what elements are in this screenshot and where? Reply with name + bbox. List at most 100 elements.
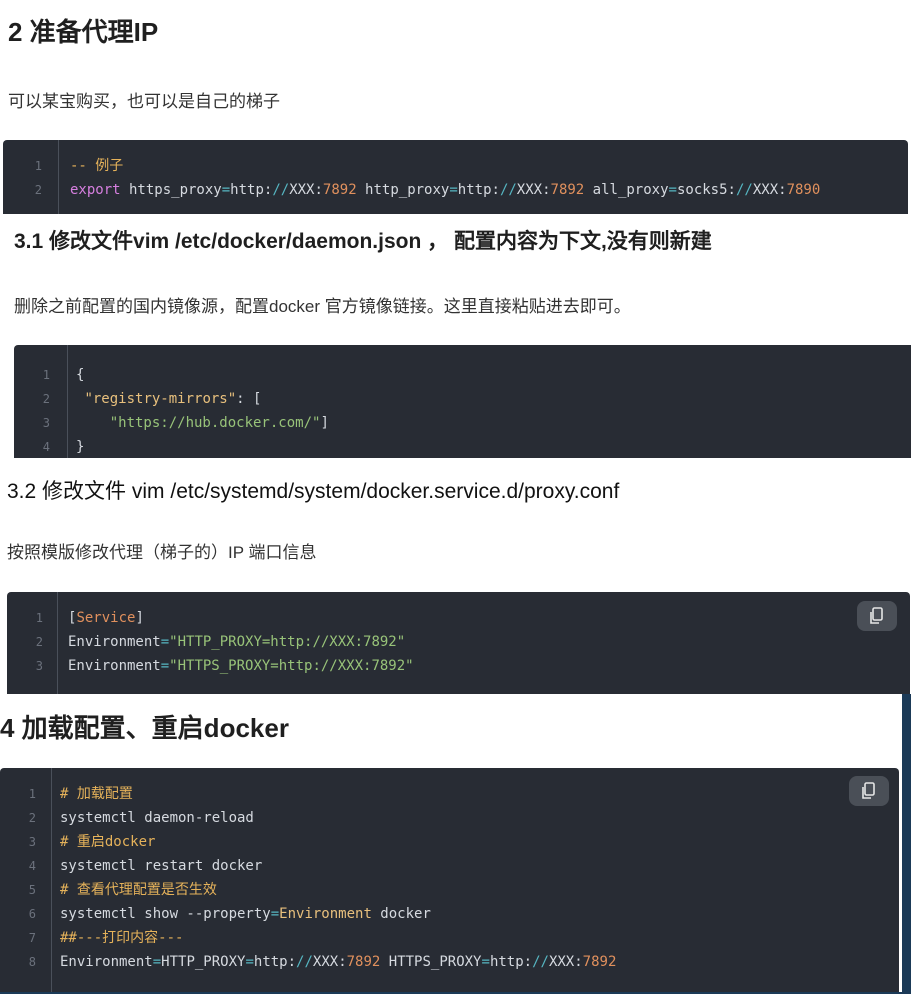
code-line: 2 systemctl daemon-reload: [0, 806, 899, 830]
code-token: =: [221, 182, 231, 198]
code-text: # 查看代理配置是否生效: [60, 878, 217, 902]
code-token: =: [160, 634, 170, 650]
line-number: 4: [28, 859, 36, 873]
code-line: 1 -- 例子: [3, 154, 908, 178]
code-line: 7 ##---打印内容---: [0, 926, 899, 950]
code-line: 3 Environment="HTTPS_PROXY=http://XXX:789…: [7, 654, 910, 678]
code-line: 8 Environment=HTTP_PROXY=http://XXX:7892 …: [0, 950, 899, 974]
code-line: 2 "registry-mirrors": [: [14, 387, 911, 411]
code-token: }: [76, 439, 85, 455]
code-token: XXX:: [548, 954, 583, 970]
code-line: 4 systemctl restart docker: [0, 854, 899, 878]
line-number: 1: [34, 159, 42, 173]
code-token: Environment: [60, 954, 153, 970]
code-text: "registry-mirrors": [: [76, 387, 261, 411]
code-block[interactable]: 1{2 "registry-mirrors": [3 "https://hub.…: [14, 345, 911, 458]
code-block[interactable]: 1 # 加载配置 2 systemctl daemon-reload 3 # 重启dock…: [0, 768, 899, 992]
code-text: Environment=HTTP_PROXY=http://XXX:7892 H…: [60, 950, 616, 974]
section-description: 可以某宝购买，也可以是自己的梯子: [8, 92, 280, 111]
code-token: =: [481, 954, 490, 970]
code-text: "https://hub.docker.com/"]: [76, 411, 329, 435]
line-number: 3: [42, 416, 50, 430]
code-line: 6 systemctl show --property=Environment d…: [0, 902, 899, 926]
code-token: 7892: [346, 954, 381, 970]
section-proxy-ip: 2 准备代理IP 可以某宝购买，也可以是自己的梯子 1 -- 例子 2 export …: [0, 0, 911, 214]
code-token: https_proxy: [120, 182, 222, 198]
line-number: 1: [42, 368, 50, 382]
line-number: 8: [28, 955, 36, 969]
code-token: HTTP_PROXY: [161, 954, 246, 970]
line-number: 2: [34, 183, 42, 197]
code-token: http:: [253, 954, 297, 970]
line-number: 2: [35, 635, 43, 649]
line-number: 1: [35, 611, 43, 625]
code-text: Environment="HTTPS_PROXY=http://XXX:7892…: [68, 654, 414, 678]
code-token: export: [70, 182, 121, 198]
code-text: systemctl daemon-reload: [60, 806, 254, 830]
code-line: 2 export https_proxy=http://XXX:7892 http…: [3, 178, 908, 202]
code-token: systemctl daemon-reload: [60, 810, 254, 826]
code-token: all_proxy: [584, 182, 669, 198]
code-token: Environment: [68, 658, 161, 674]
code-token: 7892: [322, 182, 357, 198]
section-description: 删除之前配置的国内镜像源，配置docker 官方镜像链接。这里直接粘贴进去即可。: [14, 297, 631, 316]
code-token: //: [499, 182, 517, 198]
code-token: ]: [320, 415, 329, 431]
line-number: 3: [28, 835, 36, 849]
code-token: http_proxy: [356, 182, 450, 198]
code-text: [Service]: [68, 606, 144, 630]
code-token: XXX:: [289, 182, 323, 198]
code-text: systemctl show --property=Environment do…: [60, 902, 431, 926]
code-token: ##---打印内容---: [60, 930, 184, 946]
code-token: # 加载配置: [60, 786, 133, 802]
line-number: 2: [42, 392, 50, 406]
code-line: 1 [Service]: [7, 606, 910, 630]
section-daemon-json: 3.1 修改文件vim /etc/docker/daemon.json ， 配置…: [0, 214, 911, 458]
code-token: =: [668, 182, 677, 198]
code-token: "https://hub.docker.com/": [109, 415, 321, 431]
code-token: http:: [230, 182, 273, 198]
line-number: 7: [28, 931, 36, 945]
code-token: -- 例子: [70, 158, 124, 174]
section-heading: 2 准备代理IP: [8, 17, 159, 47]
code-token: "registry-mirrors": [84, 391, 237, 407]
section-heading: 3.2 修改文件 vim /etc/systemd/system/docker.…: [7, 480, 620, 503]
code-token: 7892: [582, 954, 617, 970]
code-token: "HTTPS_PROXY=http://XXX:7892": [169, 658, 414, 674]
code-block[interactable]: 1 -- 例子 2 export https_proxy=http://XXX:789…: [3, 140, 908, 214]
code-token: =: [270, 906, 280, 922]
code-token: Service: [76, 610, 136, 626]
code-line: 3 "https://hub.docker.com/"]: [14, 411, 911, 435]
code-token: Environment: [279, 906, 372, 922]
code-token: # 查看代理配置是否生效: [60, 882, 217, 898]
line-number: 2: [28, 811, 36, 825]
code-text: Environment="HTTP_PROXY=http://XXX:7892": [68, 630, 405, 654]
code-token: //: [296, 954, 313, 970]
line-number: 5: [28, 883, 36, 897]
code-token: //: [532, 954, 549, 970]
code-block[interactable]: 1 [Service] 2 Environment="HTTP_PROXY=http:…: [7, 592, 910, 694]
code-token: ]: [135, 610, 144, 626]
section-description: 按照模版修改代理（梯子的）IP 端口信息: [7, 543, 317, 562]
code-text: # 重启docker: [60, 830, 155, 854]
section-heading: 3.1 修改文件vim /etc/docker/daemon.json ， 配置…: [14, 230, 712, 253]
code-token: http:: [489, 954, 533, 970]
code-token: =: [160, 658, 170, 674]
section-heading: 4 加载配置、重启docker: [0, 713, 289, 743]
code-token: //: [272, 182, 290, 198]
line-number: 6: [28, 907, 36, 921]
code-text: {: [76, 363, 84, 387]
code-text: export https_proxy=http://XXX:7892 http_…: [70, 178, 820, 202]
code-token: //: [735, 182, 753, 198]
code-token: 7892: [550, 182, 585, 198]
code-token: : [: [236, 391, 262, 407]
window-edge: [902, 694, 911, 994]
code-text: -- 例子: [70, 154, 123, 178]
code-token: 7890: [786, 182, 821, 198]
section-reload-docker: 4 加载配置、重启docker 1 # 加载配置 2 systemctl daemon…: [0, 694, 902, 992]
code-token: {: [76, 367, 85, 383]
section-proxy-conf: 3.2 修改文件 vim /etc/systemd/system/docker.…: [0, 458, 911, 694]
code-text: ##---打印内容---: [60, 926, 183, 950]
code-line: 2 Environment="HTTP_PROXY=http://XXX:7892…: [7, 630, 910, 654]
